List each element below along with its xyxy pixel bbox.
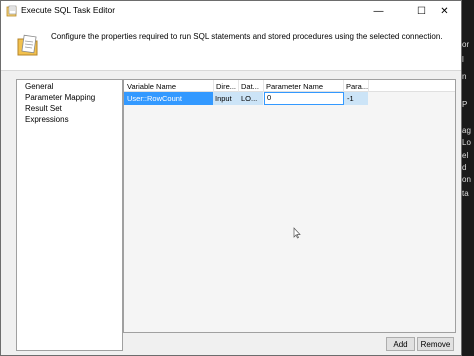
background-text: d [462,163,467,172]
column-divider[interactable] [343,80,344,92]
mouse-cursor-icon [293,227,301,239]
execute-sql-task-editor-window: Execute SQL Task Editor — ☐ ✕ Configure … [0,0,462,356]
header-description: Configure the properties required to run… [51,32,443,41]
remove-button[interactable]: Remove [417,337,454,351]
editor-nav-list: General Parameter Mapping Result Set Exp… [16,79,123,351]
remove-button-label: Remove [420,339,451,349]
minimize-button[interactable]: — [362,1,395,21]
parameter-name-value: 0 [267,93,272,102]
nav-item-parameter-mapping[interactable]: Parameter Mapping [25,93,95,102]
add-button[interactable]: Add [386,337,415,351]
column-header-data-type[interactable]: Dat... [241,82,263,91]
header-panel: Configure the properties required to run… [1,21,461,71]
column-divider[interactable] [368,80,369,92]
window-title: Execute SQL Task Editor [21,5,116,15]
cell-data-type[interactable]: LO... [241,94,257,103]
background-text: or [462,40,470,49]
background-text: P [462,100,468,109]
column-header-parameter-name[interactable]: Parameter Name [266,82,342,91]
background-app-strip: or l n P ag Lo el d on ta [460,0,474,356]
background-text: l [462,55,464,64]
background-text: ag [462,126,471,135]
background-text: el [462,151,469,160]
nav-item-general[interactable]: General [25,82,53,91]
column-divider[interactable] [263,80,264,92]
parameter-mapping-grid: Variable Name Dire... Dat... Parameter N… [123,79,456,333]
maximize-icon: ☐ [417,5,426,17]
close-button[interactable]: ✕ [428,1,461,21]
close-icon: ✕ [440,5,449,17]
minimize-icon: — [373,5,384,17]
column-divider[interactable] [238,80,239,92]
column-header-parameter-size[interactable]: Para... [346,82,368,91]
background-text: Lo [462,138,471,147]
column-divider[interactable] [213,80,214,92]
cell-variable-name[interactable]: User::RowCount [127,94,182,103]
column-header-variable-name[interactable]: Variable Name [127,82,211,91]
background-text: ta [462,189,469,198]
nav-item-result-set[interactable]: Result Set [25,104,62,113]
column-header-direction[interactable]: Dire... [216,82,238,91]
parameter-name-input[interactable]: 0 [264,92,344,105]
background-text: n [462,72,467,81]
nav-item-expressions[interactable]: Expressions [25,115,69,124]
cell-parameter-size[interactable]: -1 [347,94,354,103]
add-button-label: Add [393,339,408,349]
sql-task-icon [6,5,17,17]
background-text: on [462,175,471,184]
title-bar[interactable]: Execute SQL Task Editor — ☐ ✕ [1,1,461,21]
cell-direction[interactable]: Input [215,94,232,103]
grid-header: Variable Name Dire... Dat... Parameter N… [124,80,455,92]
task-editor-icon [17,34,38,56]
